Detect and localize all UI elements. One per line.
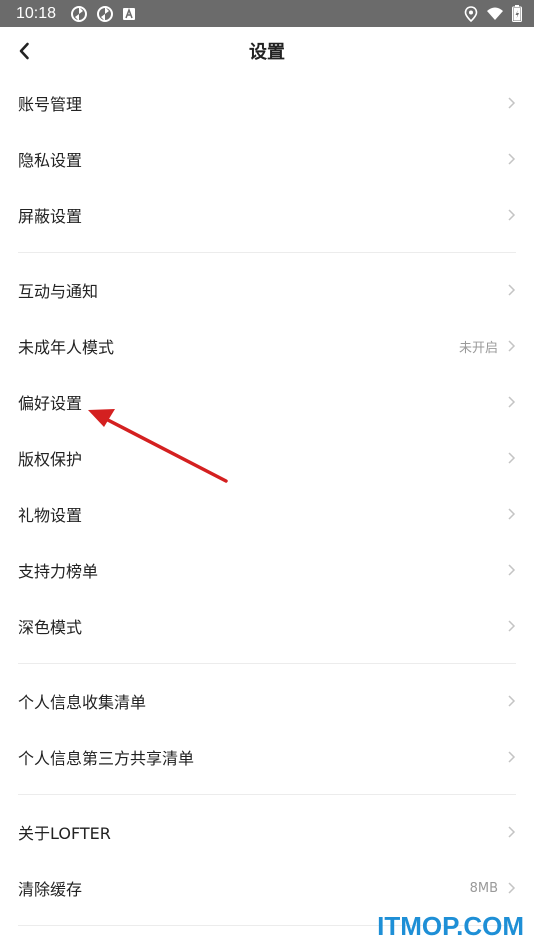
settings-item-gift[interactable]: 礼物设置 [0,486,534,542]
settings-item-dark-mode[interactable]: 深色模式 [0,598,534,654]
settings-item-account[interactable]: 账号管理 [0,75,534,131]
notification-icons [70,5,136,23]
status-time: 10:18 [16,4,57,22]
settings-list: 账号管理 隐私设置 屏蔽设置 互动与通知 未成年人模式 未开启 偏好设置 版权保… [0,75,534,935]
sync-icon [71,5,88,22]
page-title: 设置 [249,42,285,63]
divider [18,794,516,795]
chevron-right-icon [508,826,516,838]
chevron-right-icon [508,396,516,408]
minor-mode-status: 未开启 [458,340,498,356]
status-bar: 10:18 [0,0,534,27]
chevron-right-icon [508,97,516,109]
chevron-right-icon [508,153,516,165]
title-bar: 设置 [0,27,534,75]
chevron-right-icon [508,564,516,576]
settings-item-support-ranking[interactable]: 支持力榜单 [0,542,534,598]
back-button[interactable] [10,37,38,65]
settings-item-label: 版权保护 [18,450,83,469]
chevron-right-icon [508,508,516,520]
settings-item-label: 礼物设置 [18,506,83,525]
settings-item-label: 个人信息收集清单 [18,693,147,712]
settings-item-copyright[interactable]: 版权保护 [0,430,534,486]
settings-item-label: 屏蔽设置 [18,207,83,226]
chevron-right-icon [508,284,516,296]
settings-item-label: 清除缓存 [18,880,83,899]
chevron-left-icon [19,42,29,60]
settings-item-label: 互动与通知 [18,282,99,301]
settings-item-preferences[interactable]: 偏好设置 [0,374,534,430]
divider [18,252,516,253]
location-icon [464,5,478,22]
divider [18,663,516,664]
settings-item-label: 未成年人模式 [18,338,115,357]
sync-icon [97,5,114,22]
chevron-right-icon [508,882,516,894]
chevron-right-icon [508,695,516,707]
settings-item-privacy[interactable]: 隐私设置 [0,131,534,187]
settings-item-clear-cache[interactable]: 清除缓存 8MB [0,860,534,916]
system-icons [464,5,522,22]
settings-item-interaction-notification[interactable]: 互动与通知 [0,262,534,318]
chevron-right-icon [508,751,516,763]
settings-item-label: 深色模式 [18,618,83,637]
settings-item-about[interactable]: 关于LOFTER [0,804,534,860]
wifi-icon [487,7,503,20]
chevron-right-icon [508,340,516,352]
settings-item-label: 支持力榜单 [18,562,99,581]
chevron-right-icon [508,452,516,464]
settings-item-label: 个人信息第三方共享清单 [18,749,195,768]
battery-icon [512,5,522,22]
app-notification-icon [123,7,136,20]
watermark: ITMOP.COM [377,911,524,941]
settings-item-label: 账号管理 [18,95,83,114]
settings-item-label: 关于LOFTER [18,824,111,843]
settings-item-personal-info-collection[interactable]: 个人信息收集清单 [0,673,534,729]
cache-size: 8MB [469,880,498,896]
settings-item-label: 偏好设置 [18,394,83,413]
settings-item-third-party-sharing[interactable]: 个人信息第三方共享清单 [0,729,534,785]
chevron-right-icon [508,209,516,221]
settings-item-minor-mode[interactable]: 未成年人模式 未开启 [0,318,534,374]
settings-item-label: 隐私设置 [18,151,83,170]
settings-item-block[interactable]: 屏蔽设置 [0,187,534,243]
chevron-right-icon [508,620,516,632]
